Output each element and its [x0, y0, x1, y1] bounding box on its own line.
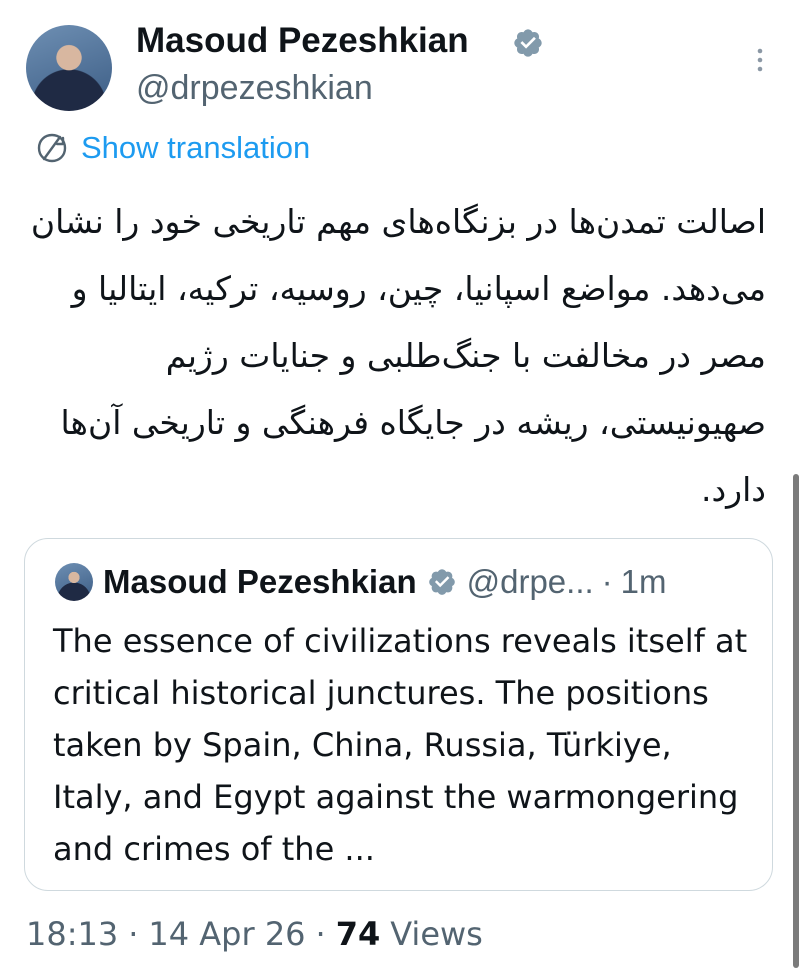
- quoted-tweet-time: 1m: [620, 563, 667, 600]
- translate-icon: [37, 133, 67, 163]
- tweet-metadata: 18:13 · 14 Apr 26 · 74 Views: [26, 912, 483, 956]
- verified-badge-icon: [428, 569, 455, 595]
- quoted-tweet-card[interactable]: Masoud Pezeshkian @drpe... · 1m The esse…: [24, 538, 773, 891]
- scrollbar[interactable]: [793, 474, 799, 968]
- tweet-text: اصالت تمدن‌ها در بزنگاه‌های مهم تاریخی خ…: [30, 202, 766, 509]
- quoted-tweet-text: The essence of civilizations reveals its…: [53, 622, 748, 868]
- quoted-tweet-header: Masoud Pezeshkian @drpe... · 1m: [103, 561, 667, 603]
- quoted-author-avatar: [55, 563, 93, 601]
- views-label: Views: [390, 915, 483, 953]
- quoted-author-display-name: Masoud Pezeshkian: [103, 563, 417, 600]
- separator-dot: ·: [315, 915, 326, 953]
- author-avatar[interactable]: [26, 25, 112, 111]
- author-handle[interactable]: @drpezeshkian: [136, 68, 373, 108]
- tweet: Masoud Pezeshkian @drpezeshkian Show tra…: [0, 0, 800, 968]
- separator-dot: ·: [601, 563, 613, 600]
- more-options-icon[interactable]: [748, 46, 772, 74]
- separator-dot: ·: [128, 915, 139, 953]
- author-display-name[interactable]: Masoud Pezeshkian: [136, 20, 469, 62]
- tweet-time[interactable]: 18:13: [26, 915, 118, 953]
- views-count: 74: [335, 915, 381, 953]
- show-translation-link[interactable]: Show translation: [35, 128, 310, 168]
- show-translation-label: Show translation: [81, 130, 311, 165]
- tweet-date[interactable]: 14 Apr 26: [148, 915, 305, 953]
- quoted-author-handle: @drpe...: [466, 563, 594, 600]
- verified-badge-icon: [514, 29, 542, 57]
